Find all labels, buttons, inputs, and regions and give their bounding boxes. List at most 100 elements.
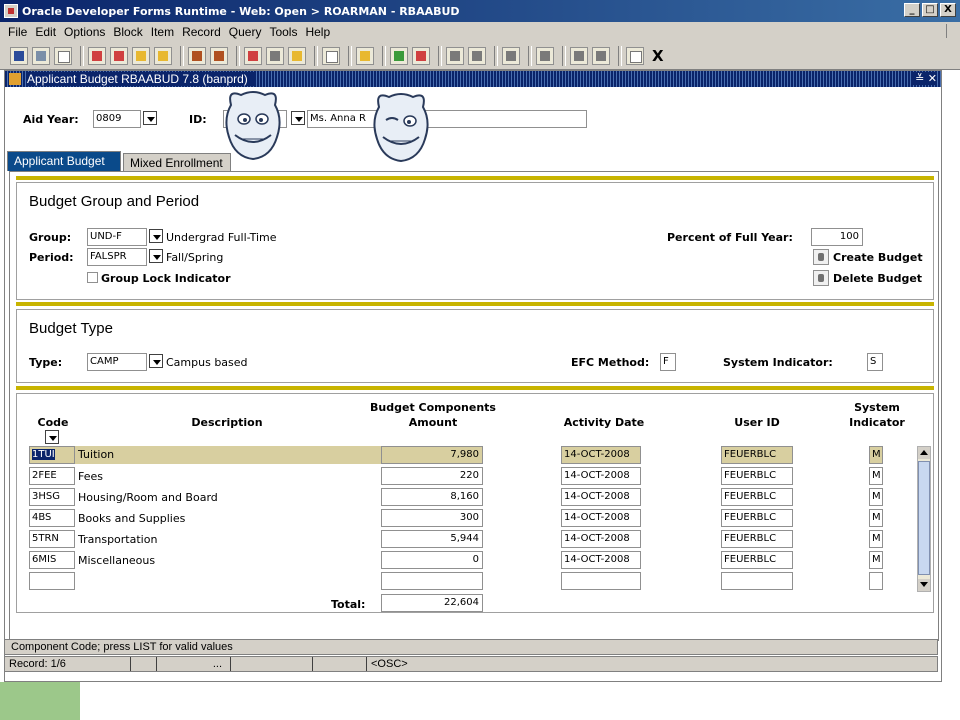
close-button[interactable]: X: [940, 3, 956, 17]
insert-record-icon[interactable]: [244, 46, 262, 65]
rollback-icon[interactable]: [32, 46, 50, 65]
form-window-controls[interactable]: ≚ ✕: [911, 72, 937, 85]
scroll-up-arrow-icon[interactable]: [918, 447, 930, 459]
menu-query[interactable]: Query: [225, 25, 266, 39]
code-cell[interactable]: 2FEE: [29, 467, 75, 485]
system-indicator-field: S: [867, 353, 883, 371]
code-cell[interactable]: 4BS: [29, 509, 75, 527]
menu-bar: File Edit Options Block Item Record Quer…: [0, 22, 960, 42]
amount-cell[interactable]: 7,980: [381, 446, 483, 464]
amount-cell[interactable]: 220: [381, 467, 483, 485]
next-block-icon[interactable]: [110, 46, 128, 65]
create-budget-icon[interactable]: [813, 249, 829, 265]
code-cell[interactable]: 5TRN: [29, 530, 75, 548]
amount-column-header-line1: Budget Components: [370, 401, 496, 414]
tab-applicant-budget[interactable]: Applicant Budget: [7, 151, 121, 171]
tree-icon[interactable]: [468, 46, 486, 65]
bookmark-icon[interactable]: [570, 46, 588, 65]
menu-help[interactable]: Help: [301, 25, 334, 39]
toolbar-separator: [494, 45, 498, 66]
excel-import-icon[interactable]: [412, 46, 430, 65]
menu-edit[interactable]: Edit: [31, 25, 60, 39]
list-of-values-icon[interactable]: [322, 46, 340, 65]
amount-cell[interactable]: 8,160: [381, 488, 483, 506]
group-field[interactable]: UND-F: [87, 228, 147, 246]
toolbar-separator: [528, 45, 532, 66]
percent-full-year-field[interactable]: 100: [811, 228, 863, 246]
options-icon[interactable]: [446, 46, 464, 65]
name-field: Ms. Anna R: [307, 110, 587, 128]
group-lock-checkbox[interactable]: [87, 272, 98, 283]
status-bar: Record: 1/6 ... <OSC>: [4, 656, 938, 672]
maximize-button[interactable]: □: [922, 3, 938, 17]
previous-block-icon[interactable]: [88, 46, 106, 65]
excel-export-icon[interactable]: [390, 46, 408, 65]
system-indicator-cell: M: [869, 509, 883, 527]
workflow-icon[interactable]: [592, 46, 610, 65]
code-cell-text: 1TUI: [32, 449, 55, 460]
description-column-header: Description: [191, 416, 263, 429]
code-cell[interactable]: 3HSG: [29, 488, 75, 506]
period-field[interactable]: FALSPR: [87, 248, 147, 266]
toolbar-separator: [562, 45, 566, 66]
aid-year-field[interactable]: 0809: [93, 110, 141, 128]
components-scrollbar[interactable]: [917, 446, 931, 592]
minimize-button[interactable]: _: [904, 3, 920, 17]
help-icon[interactable]: [626, 46, 644, 65]
code-cell[interactable]: 1TUI: [29, 446, 75, 464]
print-page-icon[interactable]: [54, 46, 72, 65]
exit-button[interactable]: X: [652, 47, 664, 65]
code-cell[interactable]: [29, 572, 75, 590]
system-indicator-column-header-line2: Indicator: [849, 416, 905, 429]
print-icon[interactable]: [356, 46, 374, 65]
description-cell: Books and Supplies: [78, 512, 186, 525]
menu-block[interactable]: Block: [109, 25, 146, 39]
amount-cell[interactable]: [381, 572, 483, 590]
save-icon[interactable]: [10, 46, 28, 65]
amount-cell[interactable]: 0: [381, 551, 483, 569]
budget-components-section: Code Description Budget Components Amoun…: [16, 393, 934, 613]
budget-group-title: Budget Group and Period: [29, 193, 200, 210]
delete-record-icon[interactable]: [266, 46, 284, 65]
efc-method-field[interactable]: F: [660, 353, 676, 371]
id-dropdown-button[interactable]: [291, 111, 305, 125]
code-cell[interactable]: 6MIS: [29, 551, 75, 569]
tab-mixed-enrollment[interactable]: Mixed Enrollment: [123, 153, 231, 171]
scroll-down-arrow-icon[interactable]: [918, 579, 930, 591]
menu-record[interactable]: Record: [178, 25, 225, 39]
menu-options[interactable]: Options: [60, 25, 109, 39]
description-cell: Miscellaneous: [78, 554, 156, 567]
previous-record-icon[interactable]: [132, 46, 150, 65]
toolbar-separator: [348, 45, 352, 66]
budget-group-section: Budget Group and Period Group: UND-F Und…: [16, 182, 934, 300]
user-id-cell: FEUERBLC: [721, 446, 793, 464]
code-sort-dropdown-button[interactable]: [45, 430, 59, 444]
dynamic-help-icon[interactable]: [502, 46, 520, 65]
scroll-thumb[interactable]: [918, 461, 930, 575]
amount-cell[interactable]: 300: [381, 509, 483, 527]
type-field[interactable]: CAMP: [87, 353, 147, 371]
menu-file[interactable]: File: [4, 25, 31, 39]
status-cell: [131, 657, 157, 671]
create-budget-button[interactable]: Create Budget: [833, 251, 923, 264]
menu-scroll-control[interactable]: [946, 24, 958, 38]
user-id-column-header: User ID: [734, 416, 780, 429]
clear-record-icon[interactable]: [288, 46, 306, 65]
execute-query-icon[interactable]: [210, 46, 228, 65]
type-dropdown-button[interactable]: [149, 354, 163, 368]
toolbar-separator: [80, 45, 84, 66]
period-dropdown-button[interactable]: [149, 249, 163, 263]
next-record-icon[interactable]: [154, 46, 172, 65]
enter-query-icon[interactable]: [188, 46, 206, 65]
delete-budget-button[interactable]: Delete Budget: [833, 272, 922, 285]
code-column-header: Code: [37, 416, 69, 429]
amount-cell[interactable]: 5,944: [381, 530, 483, 548]
percent-full-year-label: Percent of Full Year:: [667, 231, 793, 244]
menu-item[interactable]: Item: [147, 25, 178, 39]
aid-year-dropdown-button[interactable]: [143, 111, 157, 125]
menu-tools[interactable]: Tools: [265, 25, 301, 39]
group-dropdown-button[interactable]: [149, 229, 163, 243]
status-message: Component Code; press LIST for valid val…: [4, 639, 938, 655]
target-icon[interactable]: [536, 46, 554, 65]
delete-budget-icon[interactable]: [813, 270, 829, 286]
